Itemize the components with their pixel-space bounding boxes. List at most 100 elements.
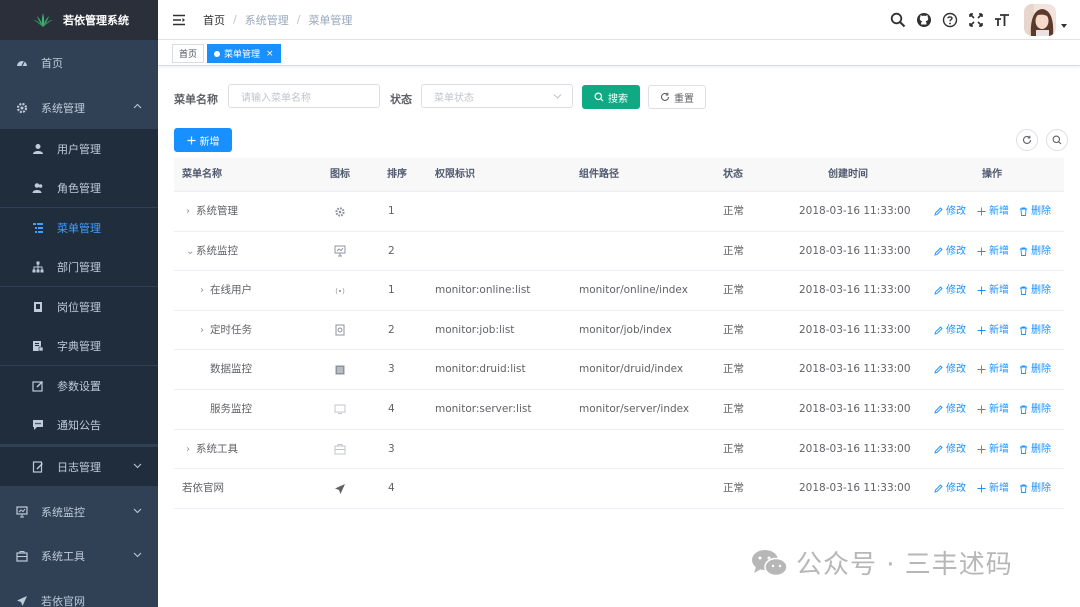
edit-button[interactable]: 修改 bbox=[934, 311, 966, 350]
logo[interactable]: 若依管理系统 bbox=[0, 0, 158, 40]
delete-button[interactable]: 删除 bbox=[1019, 232, 1051, 271]
status-select[interactable]: 菜单状态 bbox=[421, 84, 573, 108]
question-icon[interactable] bbox=[942, 12, 958, 28]
chevron-right-icon[interactable]: › bbox=[186, 192, 196, 231]
menu-name-placeholder: 请输入菜单名称 bbox=[241, 92, 311, 104]
active-dot-icon bbox=[214, 50, 220, 57]
sidebar-item-post[interactable]: 岗位管理 bbox=[0, 287, 158, 326]
sidebar-item-home[interactable]: 首页 bbox=[0, 43, 158, 82]
cell-status: 正常 bbox=[723, 244, 744, 257]
menu-name-text: 定时任务 bbox=[210, 323, 252, 336]
cell-icon: (•) bbox=[334, 271, 346, 310]
menu-name-text: 数据监控 bbox=[210, 363, 252, 376]
cell-icon bbox=[334, 350, 346, 389]
cell-order: 1 bbox=[388, 284, 395, 297]
sidebar-item-monitor[interactable]: 系统监控 bbox=[0, 492, 158, 531]
edit-label: 修改 bbox=[946, 285, 966, 297]
fullscreen-icon[interactable] bbox=[968, 12, 984, 28]
sidebar-item-tool[interactable]: 系统工具 bbox=[0, 536, 158, 575]
chevron-down-icon bbox=[133, 463, 142, 469]
add-child-button[interactable]: 新增 bbox=[977, 469, 1009, 508]
plus-icon bbox=[977, 484, 986, 493]
sidebar-item-menu[interactable]: 菜单管理 bbox=[0, 208, 158, 247]
search-button[interactable]: 搜索 bbox=[582, 85, 640, 109]
edit-icon bbox=[32, 380, 44, 392]
caret-down-icon[interactable] bbox=[1060, 22, 1068, 30]
chevron-right-icon[interactable]: › bbox=[200, 271, 210, 310]
edit-button[interactable]: 修改 bbox=[934, 271, 966, 310]
delete-label: 删除 bbox=[1031, 285, 1051, 297]
trash-icon bbox=[1020, 405, 1027, 414]
cell-perms: monitor:server:list bbox=[435, 402, 532, 415]
refresh-icon bbox=[661, 92, 670, 101]
sidebar-item-dept[interactable]: 部门管理 bbox=[0, 247, 158, 286]
add-label: 新增 bbox=[989, 364, 1009, 376]
breadcrumb-separator: / bbox=[233, 13, 237, 26]
tag-home[interactable]: 首页 bbox=[172, 44, 205, 63]
header-perms: 权限标识 bbox=[435, 169, 475, 180]
add-child-button[interactable]: 新增 bbox=[977, 232, 1009, 271]
sidebar-item-log[interactable]: 日志管理 bbox=[0, 447, 158, 486]
add-child-button[interactable]: 新增 bbox=[977, 430, 1009, 469]
avatar[interactable] bbox=[1024, 4, 1056, 36]
breadcrumb-separator: / bbox=[296, 13, 301, 26]
cell-status: 正常 bbox=[723, 442, 744, 455]
edit-button[interactable]: 修改 bbox=[934, 192, 966, 231]
chevron-right-icon[interactable]: › bbox=[186, 430, 196, 469]
add-child-button[interactable]: 新增 bbox=[977, 390, 1009, 429]
tag-menu[interactable]: 菜单管理 × bbox=[207, 44, 281, 63]
edit-button[interactable]: 修改 bbox=[934, 232, 966, 271]
plus-icon bbox=[977, 326, 986, 335]
sidebar-item-notice[interactable]: 通知公告 bbox=[0, 405, 158, 444]
cell-icon bbox=[334, 192, 346, 231]
edit-button[interactable]: 修改 bbox=[934, 390, 966, 429]
github-icon[interactable] bbox=[916, 12, 932, 28]
chevron-right-icon[interactable]: › bbox=[200, 311, 210, 350]
add-button[interactable]: 新增 bbox=[174, 128, 232, 152]
add-child-button[interactable]: 新增 bbox=[977, 271, 1009, 310]
delete-button[interactable]: 删除 bbox=[1019, 271, 1051, 310]
edit-button[interactable]: 修改 bbox=[934, 350, 966, 389]
add-child-button[interactable]: 新增 bbox=[977, 350, 1009, 389]
close-icon[interactable]: × bbox=[266, 49, 274, 59]
cell-menu-name: › 系统工具 bbox=[186, 430, 238, 469]
delete-button[interactable]: 删除 bbox=[1019, 192, 1051, 231]
gear-icon bbox=[16, 102, 28, 113]
svg-text:(•): (•) bbox=[335, 287, 345, 295]
dashboard-icon bbox=[17, 60, 27, 66]
chevron-down-icon bbox=[133, 508, 142, 514]
font-size-icon[interactable] bbox=[994, 12, 1010, 28]
edit-button[interactable]: 修改 bbox=[934, 469, 966, 508]
sidebar-item-dict[interactable]: 字典管理 bbox=[0, 326, 158, 365]
hamburger-icon[interactable] bbox=[172, 13, 186, 27]
edit-button[interactable]: 修改 bbox=[934, 430, 966, 469]
status-label: 状态 bbox=[390, 93, 412, 106]
sidebar-item-guide[interactable]: 若依官网 bbox=[0, 581, 158, 607]
sidebar-item-system[interactable]: 系统管理 bbox=[0, 88, 158, 127]
header-status: 状态 bbox=[723, 169, 743, 180]
plus-icon bbox=[187, 136, 195, 144]
add-child-button[interactable]: 新增 bbox=[977, 311, 1009, 350]
delete-button[interactable]: 删除 bbox=[1019, 430, 1051, 469]
delete-button[interactable]: 删除 bbox=[1019, 469, 1051, 508]
delete-button[interactable]: 删除 bbox=[1019, 350, 1051, 389]
plus-icon bbox=[977, 207, 986, 216]
breadcrumb-home[interactable]: 首页 bbox=[203, 12, 225, 28]
menu-name-input[interactable]: 请输入菜单名称 bbox=[228, 84, 380, 108]
watermark-text: 公众号 · 三丰述码 bbox=[796, 550, 1013, 580]
add-child-button[interactable]: 新增 bbox=[977, 192, 1009, 231]
chevron-down-icon[interactable]: ⌄ bbox=[186, 232, 196, 271]
sidebar-item-user[interactable]: 用户管理 bbox=[0, 129, 158, 168]
toggle-search-button[interactable] bbox=[1046, 129, 1068, 151]
edit-label: 修改 bbox=[946, 483, 966, 495]
reset-button[interactable]: 重置 bbox=[648, 85, 706, 109]
table-row: › 定时任务 2 monitor:job:list monitor/job/ind… bbox=[174, 311, 1064, 351]
search-icon[interactable] bbox=[890, 12, 906, 28]
sidebar-item-label: 通知公告 bbox=[57, 418, 101, 432]
delete-button[interactable]: 删除 bbox=[1019, 390, 1051, 429]
refresh-table-button[interactable] bbox=[1016, 129, 1038, 151]
sidebar-item-config[interactable]: 参数设置 bbox=[0, 366, 158, 405]
search-icon bbox=[594, 92, 604, 102]
delete-button[interactable]: 删除 bbox=[1019, 311, 1051, 350]
sidebar-item-role[interactable]: 角色管理 bbox=[0, 168, 158, 207]
